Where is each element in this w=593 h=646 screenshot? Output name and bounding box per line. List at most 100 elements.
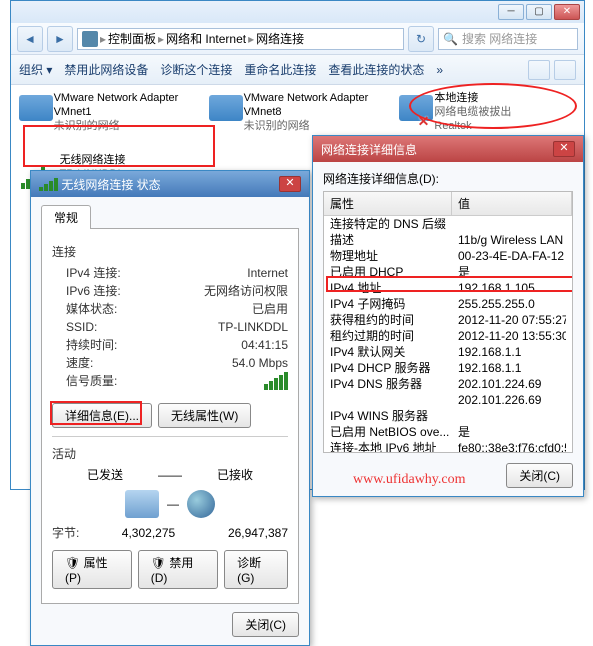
- details-row[interactable]: IPv4 DNS 服务器202.101.224.69: [324, 376, 572, 392]
- disable-button[interactable]: 🛡 禁用(D): [138, 550, 218, 589]
- bytes-sent: 4,302,275: [102, 524, 195, 542]
- close-button[interactable]: 关闭(C): [232, 612, 299, 637]
- details-row[interactable]: 连接-本地 IPv6 地址fe80::38e3:f76:cfd0:5820%13: [324, 440, 572, 453]
- breadcrumb-item[interactable]: 控制面板: [108, 30, 156, 47]
- details-row[interactable]: 202.101.226.69: [324, 392, 572, 408]
- details-row[interactable]: IPv4 默认网关192.168.1.1: [324, 344, 572, 360]
- minimize-button[interactable]: ─: [498, 4, 524, 20]
- search-placeholder: 搜索 网络连接: [462, 30, 537, 47]
- breadcrumb[interactable]: ▸ 控制面板 ▸ 网络和 Internet ▸ 网络连接: [77, 28, 404, 50]
- detail-value: 202.101.224.69: [458, 376, 566, 392]
- activity-heading: 活动: [52, 445, 288, 462]
- detail-value: 192.168.1.1: [458, 344, 566, 360]
- rename-button[interactable]: 重命名此连接: [244, 61, 316, 78]
- sent-label: 已发送: [52, 466, 158, 484]
- detail-key: 连接-本地 IPv6 地址: [330, 440, 458, 453]
- detail-key: IPv4 地址: [330, 280, 458, 296]
- forward-button[interactable]: ►: [47, 26, 73, 52]
- label: 速度:: [52, 354, 152, 372]
- details-row[interactable]: IPv4 子网掩码255.255.255.0: [324, 296, 572, 312]
- detail-value: [458, 216, 566, 232]
- detail-value: 是: [458, 424, 566, 440]
- wireless-status-dialog: 无线网络连接 状态 ✕ 常规 连接 IPv4 连接:Internet IPv6 …: [30, 170, 310, 646]
- window-titlebar: ─ ▢ ✕: [11, 1, 584, 23]
- search-input[interactable]: 🔍 搜索 网络连接: [438, 28, 578, 50]
- chevron-right-icon: ▸: [248, 32, 254, 46]
- detail-value: 202.101.226.69: [458, 392, 566, 408]
- detail-value: 2012-11-20 07:55:27: [458, 312, 566, 328]
- detail-key: 租约过期的时间: [330, 328, 458, 344]
- breadcrumb-item[interactable]: 网络和 Internet: [166, 30, 246, 47]
- detail-key: IPv4 WINS 服务器: [330, 408, 458, 424]
- bytes-label: 字节:: [52, 524, 102, 542]
- diagnose-button[interactable]: 诊断这个连接: [160, 61, 232, 78]
- back-button[interactable]: ◄: [17, 26, 43, 52]
- help-button[interactable]: [554, 60, 576, 80]
- details-row[interactable]: 连接特定的 DNS 后缀: [324, 216, 572, 232]
- signal-icon: [39, 178, 58, 191]
- label: 媒体状态:: [52, 300, 152, 318]
- detail-key: 描述: [330, 232, 458, 248]
- details-button[interactable]: 详细信息(E)...: [52, 403, 152, 428]
- diagnose-button[interactable]: 诊断(G): [224, 550, 288, 589]
- label: IPv6 连接:: [52, 282, 152, 300]
- view-status-button[interactable]: 查看此连接的状态: [328, 61, 424, 78]
- connection-details-dialog: 网络连接详细信息 ✕ 网络连接详细信息(D): 属性 值 连接特定的 DNS 后…: [312, 135, 584, 497]
- detail-value: fe80::38e3:f76:cfd0:5820%13: [458, 440, 566, 453]
- detail-key: IPv4 DNS 服务器: [330, 376, 458, 392]
- details-row[interactable]: IPv4 WINS 服务器: [324, 408, 572, 424]
- detail-value: 255.255.255.0: [458, 296, 566, 312]
- more-button[interactable]: »: [436, 63, 443, 77]
- adapter-icon: [207, 91, 238, 129]
- breadcrumb-item[interactable]: 网络连接: [256, 30, 304, 47]
- dialog-close-button[interactable]: ✕: [279, 176, 301, 192]
- detail-value: 11b/g Wireless LAN Mini PCI Ex: [458, 232, 566, 248]
- close-button[interactable]: 关闭(C): [506, 463, 573, 488]
- detail-value: 192.168.1.105: [458, 280, 566, 296]
- details-row[interactable]: 已启用 NetBIOS ove...是: [324, 424, 572, 440]
- tab-general[interactable]: 常规: [41, 205, 91, 229]
- adapter-status: 未识别的网络: [244, 119, 377, 133]
- adapter-name: VMware Network Adapter VMnet8: [244, 91, 377, 119]
- adapter-name: 无线网络连接: [60, 153, 207, 167]
- adapter-item[interactable]: VMware Network Adapter VMnet1 未识别的网络: [17, 91, 187, 147]
- details-row[interactable]: 已启用 DHCP是: [324, 264, 572, 280]
- view-options-button[interactable]: [528, 60, 550, 80]
- dialog-title: 无线网络连接 状态: [61, 176, 160, 193]
- value: 无网络访问权限: [152, 282, 288, 300]
- pc-icon: [125, 490, 159, 518]
- globe-icon: [187, 490, 215, 518]
- detail-value: [458, 408, 566, 424]
- watermark: www.ufidawhy.com: [353, 472, 466, 488]
- bytes-recv: 26,947,387: [195, 524, 288, 542]
- chevron-right-icon: ▸: [100, 32, 106, 46]
- details-row[interactable]: 物理地址00-23-4E-DA-FA-12: [324, 248, 572, 264]
- adapter-status: 未识别的网络: [54, 119, 187, 133]
- adapter-status: 网络电缆被拔出: [434, 105, 567, 119]
- details-row[interactable]: IPv4 地址192.168.1.105: [324, 280, 572, 296]
- detail-value: 2012-11-20 13:55:30: [458, 328, 566, 344]
- details-row[interactable]: IPv4 DHCP 服务器192.168.1.1: [324, 360, 572, 376]
- dialog-close-button[interactable]: ✕: [553, 141, 575, 157]
- wireless-props-button[interactable]: 无线属性(W): [158, 403, 251, 428]
- details-row[interactable]: 获得租约的时间2012-11-20 07:55:27: [324, 312, 572, 328]
- detail-key: IPv4 默认网关: [330, 344, 458, 360]
- refresh-button[interactable]: ↻: [408, 26, 434, 52]
- col-property: 属性: [324, 192, 452, 215]
- detail-key: 已启用 DHCP: [330, 264, 458, 280]
- detail-value: 是: [458, 264, 566, 280]
- link-icon: —: [167, 497, 179, 511]
- properties-button[interactable]: 🛡 属性(P): [52, 550, 132, 589]
- detail-value: 192.168.1.1: [458, 360, 566, 376]
- detail-key: 获得租约的时间: [330, 312, 458, 328]
- details-row[interactable]: 描述11b/g Wireless LAN Mini PCI Ex: [324, 232, 572, 248]
- connection-heading: 连接: [52, 243, 288, 260]
- close-button[interactable]: ✕: [554, 4, 580, 20]
- maximize-button[interactable]: ▢: [526, 4, 552, 20]
- organize-menu[interactable]: 组织 ▾: [19, 61, 52, 78]
- value: 54.0 Mbps: [152, 354, 288, 372]
- disable-device-button[interactable]: 禁用此网络设备: [64, 61, 148, 78]
- value: TP-LINKDDL: [152, 318, 288, 336]
- details-row[interactable]: 租约过期的时间2012-11-20 13:55:30: [324, 328, 572, 344]
- dash: ——: [158, 466, 182, 484]
